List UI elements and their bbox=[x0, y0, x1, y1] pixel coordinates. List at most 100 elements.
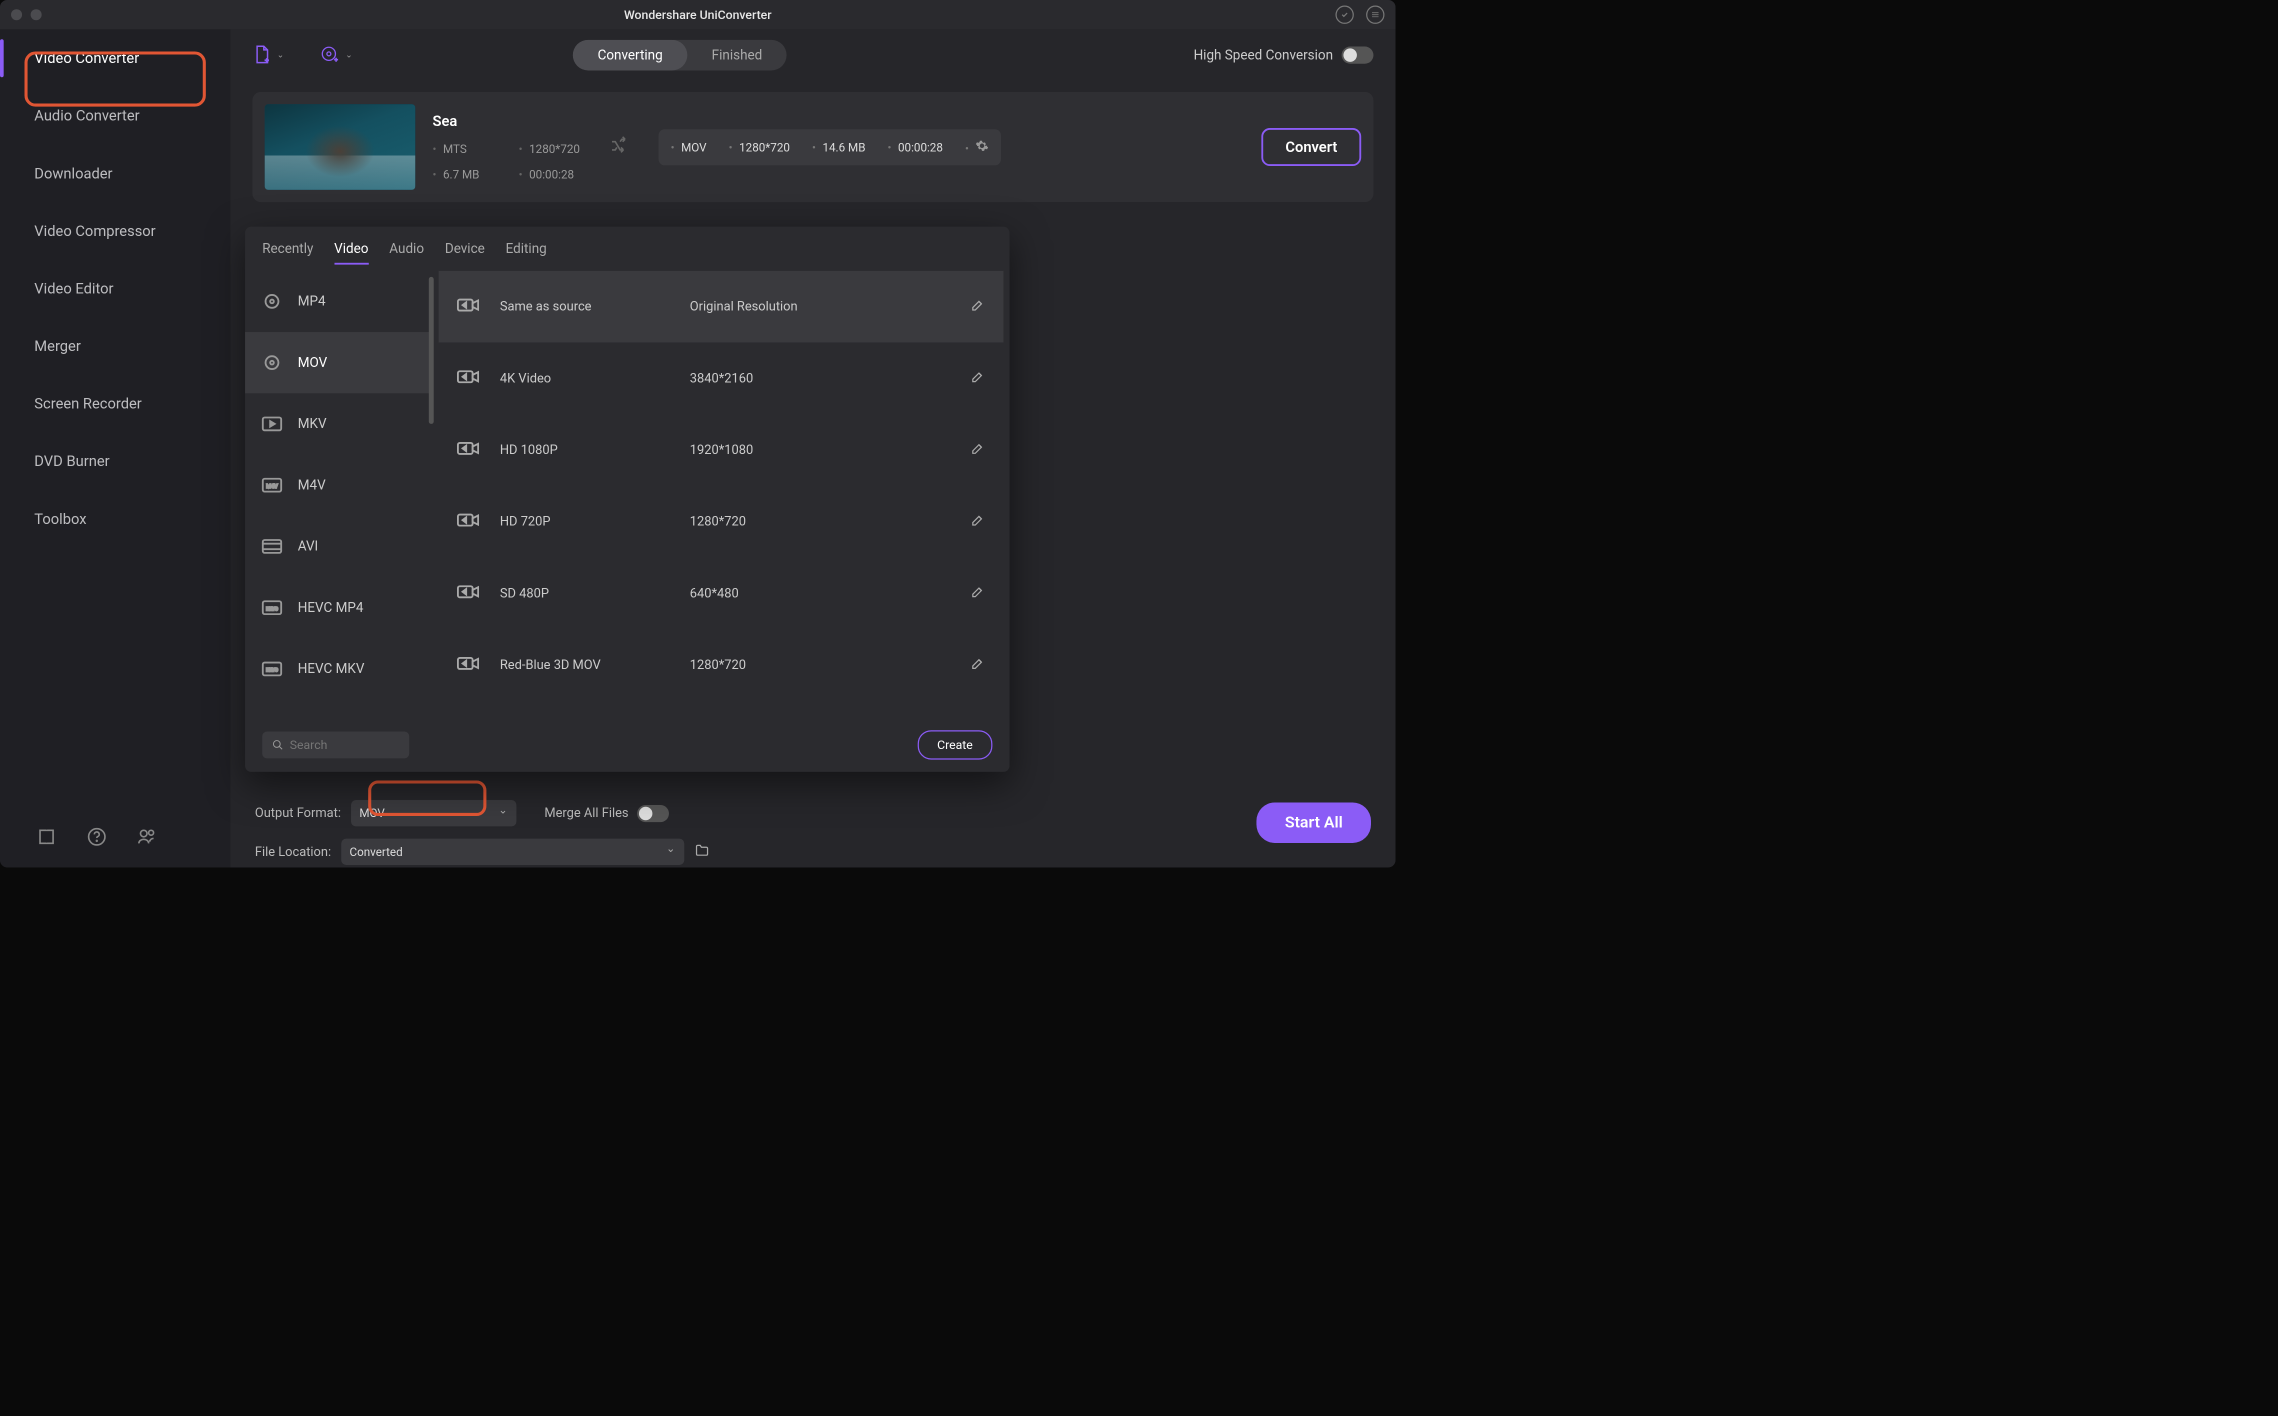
output-format-label: Output Format: bbox=[255, 806, 341, 821]
convert-arrow-icon bbox=[609, 136, 629, 158]
convert-button[interactable]: Convert bbox=[1261, 128, 1361, 166]
video-thumbnail[interactable] bbox=[265, 104, 416, 190]
file-location-label: File Location: bbox=[255, 844, 331, 859]
camera-icon bbox=[457, 583, 500, 604]
gear-icon[interactable] bbox=[965, 139, 989, 156]
feedback-icon[interactable] bbox=[137, 827, 157, 849]
camera-icon bbox=[457, 440, 500, 461]
preset-name: HD 1080P bbox=[500, 443, 690, 458]
preset-name: 4K Video bbox=[500, 371, 690, 386]
bottom-bar: Output Format: MOV Merge All Files File … bbox=[230, 788, 1395, 868]
output-format: MOV bbox=[671, 140, 707, 154]
source-resolution: 1280*720 bbox=[519, 142, 580, 156]
create-preset-button[interactable]: Create bbox=[918, 730, 993, 759]
preset-name: HD 720P bbox=[500, 514, 690, 529]
file-card: Sea MTS 1280*720 6.7 MB 00:00:28 MOV 128… bbox=[252, 92, 1373, 202]
high-speed-label: High Speed Conversion bbox=[1194, 47, 1333, 62]
chevron-down-icon: ⌄ bbox=[345, 50, 352, 60]
sidebar-item-dvd-burner[interactable]: DVD Burner bbox=[0, 432, 230, 490]
source-format: MTS bbox=[432, 142, 479, 156]
minimize-window-icon[interactable] bbox=[31, 9, 42, 20]
book-icon[interactable] bbox=[37, 827, 57, 849]
tab-converting[interactable]: Converting bbox=[573, 40, 687, 71]
format-item-avi[interactable]: AVI bbox=[245, 516, 432, 577]
svg-text:M4V: M4V bbox=[266, 484, 278, 490]
output-duration: 00:00:28 bbox=[888, 140, 943, 154]
sidebar-item-merger[interactable]: Merger bbox=[0, 317, 230, 375]
sidebar-item-label: Video Compressor bbox=[34, 222, 155, 239]
edit-icon[interactable] bbox=[970, 297, 985, 315]
search-field[interactable] bbox=[290, 738, 400, 753]
format-item-mp4[interactable]: MP4 bbox=[245, 271, 432, 332]
edit-icon[interactable] bbox=[970, 369, 985, 387]
format-item-mov[interactable]: MOV bbox=[245, 332, 432, 393]
tab-finished[interactable]: Finished bbox=[687, 40, 787, 71]
edit-icon[interactable] bbox=[970, 441, 985, 459]
format-item-mkv[interactable]: MKV bbox=[245, 393, 432, 454]
output-resolution: 1280*720 bbox=[729, 140, 790, 154]
output-format-select[interactable]: MOV bbox=[351, 800, 516, 826]
format-panel-footer: Create bbox=[245, 718, 1010, 772]
file-name: Sea bbox=[432, 113, 579, 130]
status-tabs: Converting Finished bbox=[573, 40, 787, 71]
sidebar-item-label: Downloader bbox=[34, 165, 112, 182]
scrollbar[interactable] bbox=[429, 277, 434, 424]
chevron-down-icon: ⌄ bbox=[277, 50, 284, 60]
format-tab-audio[interactable]: Audio bbox=[389, 241, 424, 264]
window-controls bbox=[11, 9, 42, 20]
preset-row[interactable]: Red-Blue 3D MOV 1280*720 bbox=[439, 629, 1004, 701]
sidebar-item-downloader[interactable]: Downloader bbox=[0, 145, 230, 203]
sidebar-item-audio-converter[interactable]: Audio Converter bbox=[0, 87, 230, 145]
source-duration: 00:00:28 bbox=[519, 167, 580, 181]
close-window-icon[interactable] bbox=[11, 9, 22, 20]
help-icon[interactable] bbox=[87, 827, 107, 849]
format-item-hevc-mkv[interactable]: HEVCHEVC MKV bbox=[245, 638, 432, 699]
preset-resolution: Original Resolution bbox=[690, 299, 971, 314]
search-input[interactable] bbox=[262, 731, 409, 758]
camera-icon bbox=[457, 511, 500, 532]
sidebar-item-video-converter[interactable]: Video Converter bbox=[0, 29, 230, 87]
preset-row[interactable]: SD 480P 640*480 bbox=[439, 557, 1004, 629]
sidebar-item-label: Merger bbox=[34, 338, 81, 355]
format-item-m4v[interactable]: M4VM4V bbox=[245, 455, 432, 516]
format-tab-editing[interactable]: Editing bbox=[506, 241, 547, 264]
preset-name: Same as source bbox=[500, 299, 690, 314]
source-size: 6.7 MB bbox=[432, 167, 479, 181]
preset-row[interactable]: HD 1080P 1920*1080 bbox=[439, 414, 1004, 486]
toolbar: ⌄ ⌄ Converting Finished High Speed Conve… bbox=[230, 29, 1395, 80]
format-tab-video[interactable]: Video bbox=[334, 241, 368, 264]
preset-row[interactable]: Same as source Original Resolution bbox=[439, 271, 1004, 343]
preset-row[interactable]: 4K Video 3840*2160 bbox=[439, 342, 1004, 414]
preset-name: SD 480P bbox=[500, 586, 690, 601]
open-folder-icon[interactable] bbox=[694, 843, 710, 861]
file-location-select[interactable]: Converted bbox=[341, 839, 684, 865]
start-all-button[interactable]: Start All bbox=[1257, 803, 1371, 843]
add-file-button[interactable]: ⌄ bbox=[252, 45, 284, 66]
preset-resolution: 1280*720 bbox=[690, 658, 971, 673]
output-settings[interactable]: MOV 1280*720 14.6 MB 00:00:28 bbox=[658, 129, 1001, 165]
format-panel: Recently Video Audio Device Editing MP4 … bbox=[245, 227, 1010, 772]
edit-icon[interactable] bbox=[970, 584, 985, 602]
menu-icon[interactable] bbox=[1366, 6, 1384, 24]
sidebar-item-screen-recorder[interactable]: Screen Recorder bbox=[0, 375, 230, 433]
sidebar-item-video-compressor[interactable]: Video Compressor bbox=[0, 202, 230, 260]
app-title: Wondershare UniConverter bbox=[624, 7, 772, 22]
preset-row[interactable]: HD 720P 1280*720 bbox=[439, 486, 1004, 558]
edit-icon[interactable] bbox=[970, 656, 985, 674]
camera-icon bbox=[457, 368, 500, 389]
high-speed-toggle[interactable] bbox=[1342, 47, 1374, 64]
format-tab-recently[interactable]: Recently bbox=[262, 241, 313, 264]
format-tab-device[interactable]: Device bbox=[445, 241, 485, 264]
sidebar-item-label: Video Editor bbox=[34, 280, 113, 297]
sidebar-item-label: Audio Converter bbox=[34, 107, 139, 124]
edit-icon[interactable] bbox=[970, 512, 985, 530]
add-dvd-button[interactable]: ⌄ bbox=[321, 45, 353, 66]
titlebar: Wondershare UniConverter bbox=[0, 0, 1396, 29]
account-icon[interactable] bbox=[1335, 6, 1353, 24]
sidebar-item-video-editor[interactable]: Video Editor bbox=[0, 260, 230, 318]
format-item-hevc-mp4[interactable]: HEVCHEVC MP4 bbox=[245, 577, 432, 638]
sidebar-item-label: DVD Burner bbox=[34, 453, 109, 470]
sidebar-item-toolbox[interactable]: Toolbox bbox=[0, 490, 230, 548]
preset-resolution: 1920*1080 bbox=[690, 443, 971, 458]
merge-toggle[interactable] bbox=[637, 805, 669, 822]
